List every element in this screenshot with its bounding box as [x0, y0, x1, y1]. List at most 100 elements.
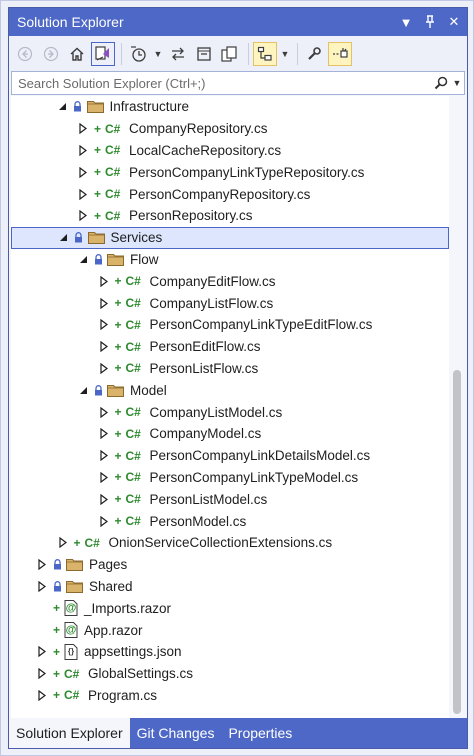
collapsed-arrow-icon[interactable]	[98, 406, 110, 418]
collapsed-arrow-icon[interactable]	[98, 341, 110, 353]
collapsed-arrow-icon[interactable]	[98, 275, 110, 287]
file-node[interactable]: + C# CompanyRepository.cs	[11, 118, 449, 140]
forward-icon[interactable]	[39, 42, 63, 66]
node-label: PersonCompanyRepository.cs	[129, 186, 311, 202]
expanded-arrow-icon[interactable]	[57, 101, 69, 113]
csharp-file-icon: C#	[125, 274, 141, 289]
file-node[interactable]: + C# CompanyListFlow.cs	[11, 292, 449, 314]
file-node[interactable]: + C# PersonListFlow.cs	[11, 358, 449, 380]
search-box: ▼	[11, 71, 465, 95]
file-node[interactable]: + C# PersonListModel.cs	[11, 488, 449, 510]
node-label: appsettings.json	[84, 644, 182, 660]
folder-node[interactable]: Flow	[11, 249, 449, 271]
collapsed-arrow-icon[interactable]	[36, 689, 48, 701]
csharp-file-icon: C#	[105, 143, 121, 158]
scrollbar-thumb[interactable]	[453, 370, 461, 714]
file-node[interactable]: + C# GlobalSettings.cs	[11, 663, 449, 685]
razor-file-icon: @	[64, 600, 78, 617]
file-node[interactable]: + C# PersonEditFlow.cs	[11, 336, 449, 358]
collapsed-arrow-icon[interactable]	[77, 144, 89, 156]
node-label: _Imports.razor	[84, 600, 172, 616]
file-node[interactable]: + @ _Imports.razor	[11, 597, 449, 619]
file-node[interactable]: + C# PersonCompanyLinkTypeRepository.cs	[11, 161, 449, 183]
pending-add-icon: +	[52, 644, 60, 659]
class-view-dropdown-icon[interactable]: ▼	[279, 42, 291, 66]
collapsed-arrow-icon[interactable]	[98, 450, 110, 462]
home-icon[interactable]	[65, 42, 89, 66]
file-node[interactable]: + C# LocalCacheRepository.cs	[11, 140, 449, 162]
folder-node[interactable]: Infrastructure	[11, 96, 449, 118]
search-options-dropdown-icon[interactable]: ▼	[450, 78, 464, 88]
switch-views-icon[interactable]	[91, 42, 115, 66]
collapsed-arrow-icon[interactable]	[57, 537, 69, 549]
node-label: PersonListFlow.cs	[149, 360, 259, 376]
folder-node[interactable]: Shared	[11, 576, 449, 598]
node-label: CompanyEditFlow.cs	[149, 273, 276, 289]
pending-add-icon: +	[114, 361, 122, 376]
node-label: Shared	[89, 578, 133, 594]
collapse-all-icon[interactable]	[192, 42, 216, 66]
collapsed-arrow-icon[interactable]	[36, 559, 48, 571]
collapsed-arrow-icon[interactable]	[98, 515, 110, 527]
file-node[interactable]: + C# Program.cs	[11, 685, 449, 707]
folder-node[interactable]: Services	[11, 226, 449, 249]
preview-selected-items-icon[interactable]	[328, 42, 352, 66]
collapsed-arrow-icon[interactable]	[77, 166, 89, 178]
file-node[interactable]: + C# PersonCompanyLinkTypeEditFlow.cs	[11, 314, 449, 336]
node-label: PersonCompanyLinkTypeRepository.cs	[129, 164, 365, 180]
file-node[interactable]: + C# OnionServiceCollectionExtensions.cs	[11, 532, 449, 554]
tab-git-changes[interactable]: Git Changes	[130, 718, 222, 748]
collapsed-arrow-icon[interactable]	[77, 188, 89, 200]
collapsed-arrow-icon[interactable]	[36, 646, 48, 658]
collapsed-arrow-icon[interactable]	[77, 123, 89, 135]
tab-properties[interactable]: Properties	[221, 718, 299, 748]
collapsed-arrow-icon[interactable]	[98, 362, 110, 374]
collapsed-arrow-icon[interactable]	[98, 493, 110, 505]
node-label: GlobalSettings.cs	[88, 666, 194, 682]
collapsed-arrow-icon[interactable]	[98, 471, 110, 483]
pending-changes-filter-icon[interactable]	[126, 42, 150, 66]
expanded-arrow-icon[interactable]	[77, 384, 89, 396]
file-node[interactable]: + C# CompanyModel.cs	[11, 423, 449, 445]
folder-node[interactable]: Model	[11, 379, 449, 401]
file-node[interactable]: + C# PersonCompanyLinkTypeModel.cs	[11, 467, 449, 489]
pin-icon[interactable]	[419, 11, 441, 33]
collapsed-arrow-icon[interactable]	[36, 580, 48, 592]
csharp-file-icon: C#	[125, 339, 141, 354]
expanded-arrow-icon[interactable]	[58, 232, 70, 244]
window-position-dropdown-icon[interactable]: ▼	[395, 11, 417, 33]
toolbar-separator	[248, 43, 249, 65]
collapsed-arrow-icon[interactable]	[36, 668, 48, 680]
search-input[interactable]	[12, 73, 432, 93]
file-node[interactable]: + C# PersonRepository.cs	[11, 205, 449, 227]
properties-icon[interactable]	[302, 42, 326, 66]
file-node[interactable]: + C# CompanyListModel.cs	[11, 401, 449, 423]
pending-add-icon: +	[114, 514, 122, 529]
collapsed-arrow-icon[interactable]	[98, 428, 110, 440]
collapsed-arrow-icon[interactable]	[77, 210, 89, 222]
vertical-scrollbar[interactable]	[449, 96, 465, 718]
filter-dropdown-icon[interactable]: ▼	[152, 42, 164, 66]
expanded-arrow-icon[interactable]	[77, 253, 89, 265]
collapsed-arrow-icon[interactable]	[98, 297, 110, 309]
class-view-icon[interactable]	[253, 42, 277, 66]
folder-node[interactable]: Pages	[11, 554, 449, 576]
pending-add-icon: +	[114, 426, 122, 441]
node-label: PersonRepository.cs	[129, 208, 253, 224]
search-icon[interactable]	[432, 76, 450, 90]
file-node[interactable]: + {} appsettings.json	[11, 641, 449, 663]
no-expander	[36, 624, 48, 636]
file-node[interactable]: + C# PersonCompanyLinkDetailsModel.cs	[11, 445, 449, 467]
collapsed-arrow-icon[interactable]	[98, 319, 110, 331]
file-node[interactable]: + C# PersonModel.cs	[11, 510, 449, 532]
csharp-file-icon: C#	[125, 405, 141, 420]
file-node[interactable]: + C# PersonCompanyRepository.cs	[11, 183, 449, 205]
file-node[interactable]: + C# CompanyEditFlow.cs	[11, 270, 449, 292]
close-icon[interactable]: ✕	[443, 11, 465, 33]
tab-solution-explorer[interactable]: Solution Explorer	[9, 718, 130, 748]
sync-with-active-document-icon[interactable]	[166, 42, 190, 66]
show-all-files-icon[interactable]	[218, 42, 242, 66]
back-icon[interactable]	[13, 42, 37, 66]
pending-add-icon: +	[114, 405, 122, 420]
file-node[interactable]: + @ App.razor	[11, 619, 449, 641]
